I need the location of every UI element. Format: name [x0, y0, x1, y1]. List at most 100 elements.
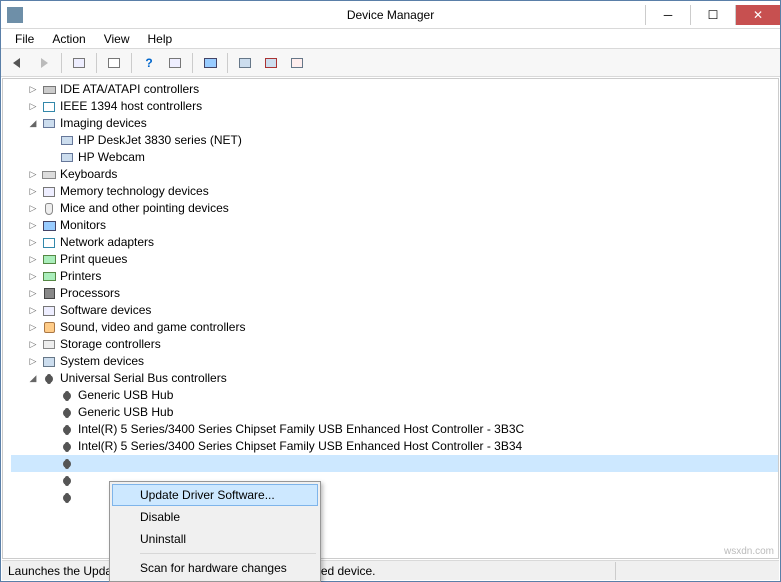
box-icon: [41, 184, 57, 200]
ctx-item-label: Disable: [140, 510, 180, 524]
expand-collapse-icon[interactable]: ▷: [27, 217, 39, 234]
cam-icon: [41, 116, 57, 132]
tree-node[interactable]: HP DeskJet 3830 series (NET): [11, 132, 778, 149]
tree-node-label: Universal Serial Bus controllers: [60, 370, 227, 387]
show-hide-console-tree-button[interactable]: [68, 52, 90, 74]
tree-node[interactable]: HP Webcam: [11, 149, 778, 166]
expand-collapse-icon[interactable]: ▷: [27, 200, 39, 217]
expand-collapse-icon[interactable]: ▷: [27, 268, 39, 285]
tree-node[interactable]: Intel(R) 5 Series/3400 Series Chipset Fa…: [11, 438, 778, 455]
tree-node[interactable]: ▷ Storage controllers: [11, 336, 778, 353]
close-button[interactable]: ✕: [735, 5, 780, 25]
tree-node[interactable]: ▷ IDE ATA/ATAPI controllers: [11, 81, 778, 98]
tree-node[interactable]: ▷ Software devices: [11, 302, 778, 319]
disable-button[interactable]: [286, 52, 308, 74]
ctx-disable[interactable]: Disable: [112, 506, 318, 528]
tree-node[interactable]: ▷Print queues: [11, 251, 778, 268]
properties-button[interactable]: [103, 52, 125, 74]
tree-node-label: Processors: [60, 285, 120, 302]
ctx-item-label: Scan for hardware changes: [140, 561, 287, 575]
cpu-icon: [41, 286, 57, 302]
help-button[interactable]: ?: [138, 52, 160, 74]
usb-icon: [59, 473, 75, 489]
expand-collapse-icon[interactable]: ▷: [27, 166, 39, 183]
tree-node[interactable]: ▷ Keyboards: [11, 166, 778, 183]
usb-icon: [59, 422, 75, 438]
tree-node-label: Keyboards: [60, 166, 117, 183]
expand-collapse-icon[interactable]: ▷: [27, 98, 39, 115]
box-icon: [41, 303, 57, 319]
ctx-separator: [140, 553, 316, 554]
sys-icon: [41, 354, 57, 370]
expand-collapse-icon[interactable]: ▷: [27, 251, 39, 268]
tree-node[interactable]: ▷ System devices: [11, 353, 778, 370]
expand-collapse-icon[interactable]: ◢: [27, 370, 39, 387]
ctx-update-driver[interactable]: Update Driver Software...: [112, 484, 318, 506]
expand-collapse-icon[interactable]: ▷: [27, 234, 39, 251]
device-tree: ▷ IDE ATA/ATAPI controllers ▷ IEEE 1394 hos…: [3, 79, 778, 508]
usb-icon: [59, 456, 75, 472]
expand-collapse-icon[interactable]: ▷: [27, 336, 39, 353]
tree-node[interactable]: ▷Sound, video and game controllers: [11, 319, 778, 336]
menu-view[interactable]: View: [96, 30, 138, 48]
ctx-item-label: Uninstall: [140, 532, 186, 546]
tree-node-label: Intel(R) 5 Series/3400 Series Chipset Fa…: [78, 438, 522, 455]
expand-collapse-icon[interactable]: ▷: [27, 285, 39, 302]
titlebar: Device Manager ─ ☐ ✕: [1, 1, 780, 29]
expand-collapse-icon[interactable]: ▷: [27, 302, 39, 319]
storage-icon: [41, 337, 57, 353]
watermark: wsxdn.com: [724, 546, 774, 557]
expand-collapse-icon[interactable]: ▷: [27, 319, 39, 336]
uninstall-button[interactable]: [260, 52, 282, 74]
tree-node[interactable]: Intel(R) 5 Series/3400 Series Chipset Fa…: [11, 421, 778, 438]
toolbar-separator: [131, 53, 132, 73]
minimize-button[interactable]: ─: [645, 5, 690, 25]
toolbar-button[interactable]: [164, 52, 186, 74]
mouse-icon: [41, 201, 57, 217]
mon-icon: [41, 218, 57, 234]
ctx-scan-hardware[interactable]: Scan for hardware changes: [112, 557, 318, 579]
tree-node-label: Generic USB Hub: [78, 404, 173, 421]
ctx-item-label: Update Driver Software...: [140, 488, 275, 502]
scan-hardware-button[interactable]: [199, 52, 221, 74]
tree-node-label: Imaging devices: [60, 115, 147, 132]
tree-node[interactable]: ▷Network adapters: [11, 234, 778, 251]
tree-node[interactable]: ▷ Processors: [11, 285, 778, 302]
tree-node[interactable]: ◢ Imaging devices: [11, 115, 778, 132]
menu-file[interactable]: File: [7, 30, 42, 48]
tree-node[interactable]: Generic USB Hub: [11, 404, 778, 421]
menu-action[interactable]: Action: [44, 30, 93, 48]
toolbar-separator: [96, 53, 97, 73]
tree-node-label: IDE ATA/ATAPI controllers: [60, 81, 199, 98]
tree-node[interactable]: ▷Memory technology devices: [11, 183, 778, 200]
update-driver-button[interactable]: [234, 52, 256, 74]
tree-node[interactable]: Generic USB Hub: [11, 387, 778, 404]
tree-node-label: Software devices: [60, 302, 151, 319]
printer-icon: [41, 252, 57, 268]
cam-icon: [59, 150, 75, 166]
expand-collapse-icon[interactable]: ▷: [27, 81, 39, 98]
expand-collapse-icon[interactable]: ▷: [27, 183, 39, 200]
tree-node[interactable]: ▷ Printers: [11, 268, 778, 285]
back-button[interactable]: [7, 52, 29, 74]
forward-button[interactable]: [33, 52, 55, 74]
usb-icon: [59, 490, 75, 506]
tree-node-label: HP DeskJet 3830 series (NET): [78, 132, 242, 149]
tree-node[interactable]: ▷Mice and other pointing devices: [11, 200, 778, 217]
tree-node[interactable]: ◢ Universal Serial Bus controllers: [11, 370, 778, 387]
usb-icon: [59, 388, 75, 404]
expand-collapse-icon[interactable]: ▷: [27, 353, 39, 370]
menu-help[interactable]: Help: [140, 30, 181, 48]
tree-node-label: Printers: [60, 268, 101, 285]
tree-node-label: System devices: [60, 353, 144, 370]
tree-node-label: Storage controllers: [60, 336, 161, 353]
tree-node-label: Monitors: [60, 217, 106, 234]
tree-node-label: IEEE 1394 host controllers: [60, 98, 202, 115]
tree-node[interactable]: ▷ Monitors: [11, 217, 778, 234]
sound-icon: [41, 320, 57, 336]
ctx-uninstall[interactable]: Uninstall: [112, 528, 318, 550]
expand-collapse-icon[interactable]: ◢: [27, 115, 39, 132]
tree-node[interactable]: [11, 455, 778, 472]
maximize-button[interactable]: ☐: [690, 5, 735, 25]
tree-node[interactable]: ▷ IEEE 1394 host controllers: [11, 98, 778, 115]
